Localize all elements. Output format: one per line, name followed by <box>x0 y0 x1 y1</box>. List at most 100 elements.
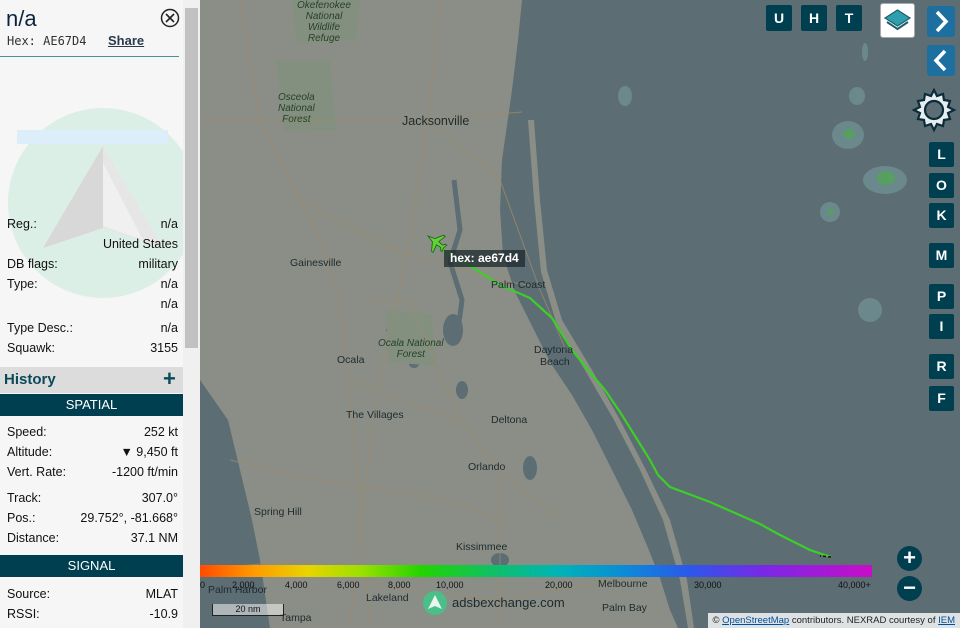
park-label-line: Okefenokee <box>297 0 351 11</box>
toggle-u-button[interactable]: U <box>766 5 792 31</box>
detail-row-type-desc: Type Desc.: n/a <box>7 321 178 339</box>
city-label: Palm Coast <box>491 279 546 291</box>
brand-text: adsbexchange.com <box>452 595 565 610</box>
city-label: The Villages <box>346 409 404 421</box>
toggle-i-button[interactable]: I <box>929 314 954 339</box>
zoom-out-button[interactable]: − <box>897 576 922 601</box>
spatial-label: Altitude: <box>7 445 53 459</box>
park-label-osceola: Osceola National Forest <box>278 92 315 125</box>
spatial-row-position: Pos.: 29.752°, -81.668° <box>7 511 178 529</box>
layers-icon[interactable] <box>880 3 915 38</box>
sidebar-content: n/a Hex: AE67D4 Share Reg.: n/a United S… <box>0 0 183 628</box>
park-label-line: Ocala National <box>378 338 444 349</box>
header-divider <box>0 56 179 57</box>
detail-label: Type Desc.: <box>7 321 73 335</box>
toggle-l-button[interactable]: L <box>929 142 954 167</box>
spatial-value: 29.752°, -81.668° <box>80 511 178 525</box>
city-label: Gainesville <box>290 257 342 269</box>
spatial-value: 37.1 NM <box>130 531 178 545</box>
settings-gear-icon[interactable] <box>910 86 958 134</box>
detail-value: n/a <box>160 277 178 291</box>
close-icon[interactable] <box>160 8 180 28</box>
detail-value: n/a <box>160 217 178 231</box>
share-link[interactable]: Share <box>108 33 144 48</box>
scroll-down-arrow-icon[interactable] <box>183 620 200 628</box>
history-section-bar[interactable]: History + <box>0 367 183 393</box>
spatial-value: -1200 ft/min <box>111 465 178 479</box>
altitude-legend-label: 10,000 <box>436 580 464 590</box>
signal-header: SIGNAL <box>0 555 183 577</box>
expand-sidebar-chevron-right-icon[interactable] <box>927 6 955 37</box>
detail-label: DB flags: <box>7 257 58 271</box>
detail-row-type-2: n/a <box>7 297 178 315</box>
park-label-ocala: Ocala National Forest <box>378 338 444 360</box>
spatial-row-vert-rate: Vert. Rate: -1200 ft/min <box>7 465 178 483</box>
park-label-line: Forest <box>396 349 425 360</box>
attribution-copyright: © <box>712 615 720 626</box>
spatial-value: ▼ 9,450 ft <box>120 445 178 459</box>
toggle-k-button[interactable]: K <box>929 203 954 228</box>
park-label-okefenokee: Okefenokee National Wildlife Refuge <box>297 0 351 44</box>
detail-label: Squawk: <box>7 341 55 355</box>
altitude-color-bar <box>200 565 872 577</box>
spatial-label: Vert. Rate: <box>7 465 67 479</box>
toggle-m-button[interactable]: M <box>929 243 954 268</box>
signal-label: RSSI: <box>7 607 40 621</box>
spatial-header: SPATIAL <box>0 394 183 416</box>
toggle-p-button[interactable]: P <box>929 284 954 309</box>
detail-row-type: Type: n/a <box>7 277 178 295</box>
iem-link[interactable]: IEM <box>938 615 955 626</box>
city-label: Jacksonville <box>402 114 470 128</box>
spatial-value: 252 kt <box>143 425 178 439</box>
city-label: Lakeland <box>366 592 409 604</box>
map-attribution: © OpenStreetMap contributors. NEXRAD cou… <box>707 613 960 628</box>
detail-row-country: United States <box>7 237 178 255</box>
photo-placeholder <box>17 130 168 144</box>
spatial-label: Distance: <box>7 531 60 545</box>
adsbexchange-logo-icon <box>423 591 447 615</box>
spatial-row-speed: Speed: 252 kt <box>7 425 178 443</box>
altitude-legend-label: 4,000 <box>285 580 308 590</box>
city-label: Palm Bay <box>602 602 647 614</box>
detail-value: n/a <box>160 297 178 311</box>
toggle-r-button[interactable]: R <box>929 354 954 379</box>
expand-plus-icon[interactable]: + <box>163 368 176 390</box>
park-label-line: Refuge <box>307 33 341 44</box>
detail-label: Type: <box>7 277 38 291</box>
city-label: Melbourne <box>598 578 648 590</box>
city-label: Deltona <box>491 414 528 426</box>
park-label-line: National <box>278 103 315 114</box>
signal-value: MLAT <box>145 587 178 601</box>
city-label: Orlando <box>468 461 506 473</box>
altitude-legend-label: 30,000 <box>694 580 722 590</box>
altitude-legend-label: 20,000 <box>545 580 573 590</box>
toggle-t-button[interactable]: T <box>836 5 862 31</box>
toggle-o-button[interactable]: O <box>929 173 954 198</box>
signal-value: -10.9 <box>149 607 179 621</box>
spatial-label: Speed: <box>7 425 47 439</box>
detail-row-reg: Reg.: n/a <box>7 217 178 235</box>
park-label-line: Osceola <box>278 92 315 103</box>
sidebar-scrollbar[interactable] <box>183 0 200 628</box>
info-sidebar: n/a Hex: AE67D4 Share Reg.: n/a United S… <box>0 0 200 628</box>
signal-row-rssi: RSSI: -10.9 <box>7 607 178 625</box>
zoom-in-button[interactable]: + <box>897 546 922 571</box>
detail-value: n/a <box>160 321 178 335</box>
altitude-legend-label: 6,000 <box>337 580 360 590</box>
scroll-up-arrow-icon[interactable] <box>183 0 200 8</box>
scroll-thumb[interactable] <box>185 8 198 348</box>
city-label: Beach <box>540 356 570 368</box>
signal-row-source: Source: MLAT <box>7 587 178 605</box>
signal-label: Source: <box>7 587 51 601</box>
collapse-sidebar-chevron-left-icon[interactable] <box>927 45 955 76</box>
toggle-f-button[interactable]: F <box>929 386 954 411</box>
spatial-row-distance: Distance: 37.1 NM <box>7 531 178 549</box>
osm-link[interactable]: OpenStreetMap <box>722 615 789 626</box>
spatial-label: Pos.: <box>7 511 36 525</box>
altitude-legend-label: 0 <box>200 580 206 590</box>
detail-row-squawk: Squawk: 3155 <box>7 341 178 359</box>
toggle-h-button[interactable]: H <box>801 5 827 31</box>
map-view[interactable]: Okefenokee National Wildlife Refuge Osce… <box>200 0 960 628</box>
aircraft-label[interactable]: hex: ae67d4 <box>444 250 525 267</box>
city-label: Ocala <box>337 354 365 366</box>
